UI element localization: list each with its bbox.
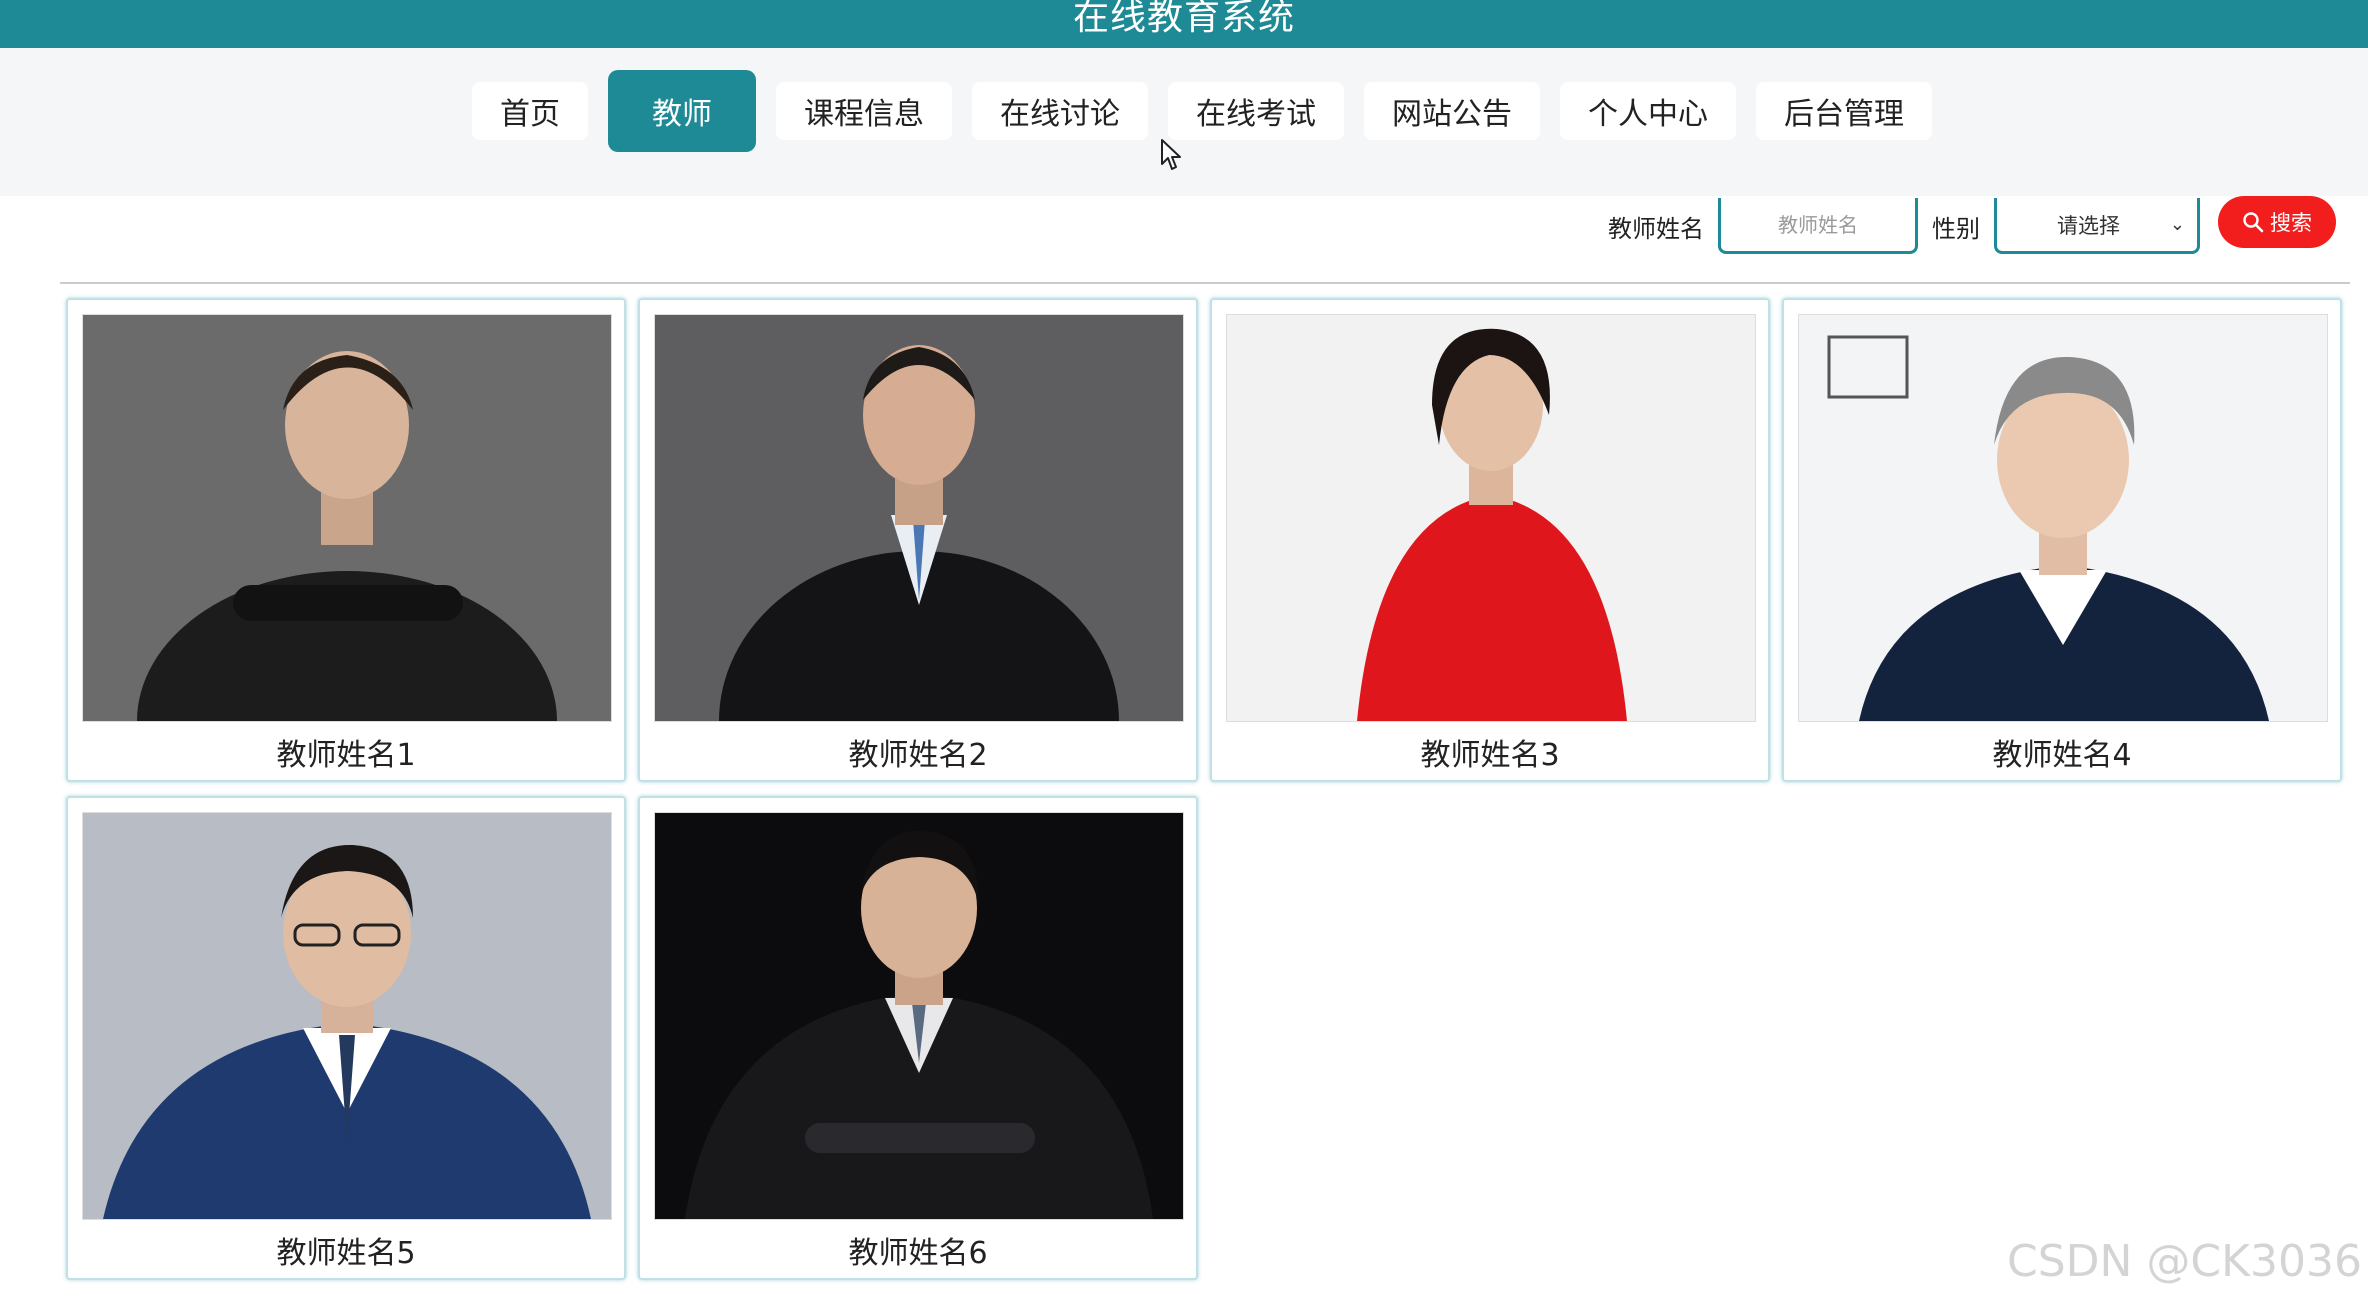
site-title: 在线教育系统	[1072, 0, 1295, 38]
teacher-photo[interactable]	[1798, 314, 2328, 722]
divider	[60, 282, 2350, 284]
nav-item-teachers[interactable]: 教师	[608, 70, 756, 152]
teacher-card[interactable]: 教师姓名5	[66, 796, 626, 1280]
teacher-photo[interactable]	[654, 314, 1184, 722]
nav-item-discussion[interactable]: 在线讨论	[972, 82, 1148, 140]
teacher-name: 教师姓名5	[276, 1236, 416, 1271]
teacher-name: 教师姓名3	[1420, 738, 1560, 773]
teacher-name: 教师姓名1	[276, 738, 416, 773]
teacher-card[interactable]: 教师姓名6	[638, 796, 1198, 1280]
top-header-bar: 在线教育系统	[0, 0, 2368, 48]
nav-area: 首页 教师 课程信息 在线讨论 在线考试 网站公告 个人中心 后台管理	[0, 48, 2368, 196]
teacher-name: 教师姓名4	[1992, 738, 2132, 773]
nav-item-home[interactable]: 首页	[472, 82, 588, 140]
teacher-photo[interactable]	[82, 314, 612, 722]
nav-item-courses[interactable]: 课程信息	[776, 82, 952, 140]
teacher-card[interactable]: 教师姓名4	[1782, 298, 2342, 782]
nav-item-announcements[interactable]: 网站公告	[1364, 82, 1540, 140]
nav-item-exam[interactable]: 在线考试	[1168, 82, 1344, 140]
gender-select-value: 请选择	[2057, 213, 2120, 238]
nav-item-admin[interactable]: 后台管理	[1756, 82, 1932, 140]
search-icon	[2243, 212, 2264, 233]
teacher-name: 教师姓名6	[848, 1236, 988, 1271]
search-button-label: 搜索	[2270, 211, 2312, 235]
teacher-card[interactable]: 教师姓名1	[66, 298, 626, 782]
teacher-photo[interactable]	[1226, 314, 1756, 722]
nav-item-profile[interactable]: 个人中心	[1560, 82, 1736, 140]
main-nav: 首页 教师 课程信息 在线讨论 在线考试 网站公告 个人中心 后台管理	[472, 70, 1932, 152]
mouse-cursor-icon	[1161, 139, 1181, 170]
teacher-photo[interactable]	[82, 812, 612, 1220]
teacher-photo[interactable]	[654, 812, 1184, 1220]
watermark: CSDN @CK3036	[2007, 1236, 2362, 1287]
search-button[interactable]: 搜索	[2218, 196, 2336, 248]
teacher-card[interactable]: 教师姓名3	[1210, 298, 1770, 782]
search-bar: 教师姓名 性别 请选择 ⌄ 搜索	[1608, 196, 2336, 256]
gender-label: 性别	[1932, 214, 1980, 243]
teacher-name-input[interactable]	[1718, 198, 1918, 254]
teacher-name-label: 教师姓名	[1608, 214, 1704, 243]
chevron-down-icon: ⌄	[2169, 214, 2185, 235]
teacher-name: 教师姓名2	[848, 738, 988, 773]
gender-select[interactable]: 请选择 ⌄	[1994, 198, 2200, 254]
teacher-card[interactable]: 教师姓名2	[638, 298, 1198, 782]
